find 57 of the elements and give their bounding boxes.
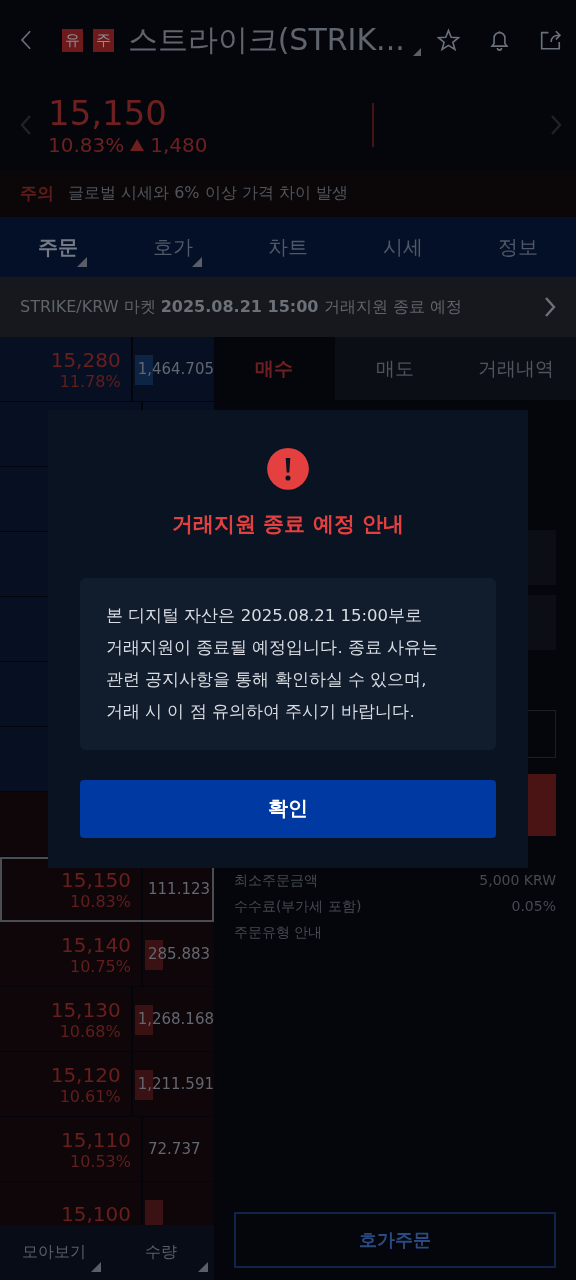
order-price: 15,110: [61, 1127, 131, 1152]
dropdown-triangle-icon: [91, 1262, 101, 1272]
order-quantity: 1,268.168: [136, 1010, 214, 1028]
order-quantity: 72.737: [147, 1140, 201, 1158]
banner-text: STRIKE/KRW 마켓 2025.08.21 15:00 거래지원 종료 예정: [20, 296, 462, 318]
order-price: 15,280: [50, 347, 121, 372]
delisting-banner[interactable]: STRIKE/KRW 마켓 2025.08.21 15:00 거래지원 종료 예정: [0, 277, 576, 337]
order-price: 15,100: [61, 1202, 131, 1225]
tab[interactable]: 시세: [345, 217, 461, 277]
order-tab[interactable]: 매도: [334, 337, 456, 400]
alert-icon: [265, 448, 311, 490]
dropdown-triangle-icon: [77, 257, 88, 267]
order-quantity: 1,464.705: [136, 360, 214, 378]
up-triangle-icon: [130, 139, 145, 151]
badge: 유: [61, 28, 83, 52]
view-option-button[interactable]: 수량: [107, 1225, 214, 1280]
order-tab[interactable]: 거래내역: [455, 337, 576, 400]
orderbook-row[interactable]: 15,100: [0, 1182, 214, 1225]
change-amount: 1,480: [150, 133, 208, 157]
tab[interactable]: 주문: [0, 217, 116, 277]
order-rate: 10.68%: [59, 1021, 121, 1041]
caution-label: 주의: [20, 182, 54, 205]
caution-text: 글로벌 시세와 6% 이상 가격 차이 발생: [68, 183, 348, 204]
modal-title: 거래지원 종료 예정 안내: [172, 510, 404, 538]
info-value: 0.05%: [511, 898, 556, 916]
badge: 주: [92, 28, 114, 52]
tab[interactable]: 차트: [230, 217, 346, 277]
order-quantity: 111.123: [147, 880, 211, 898]
order-rate: 10.61%: [59, 1086, 121, 1106]
tab[interactable]: 정보: [460, 217, 576, 277]
dropdown-triangle-icon: [412, 46, 421, 58]
chevron-right-icon: [544, 296, 556, 318]
order-price: 15,140: [61, 932, 131, 957]
dropdown-triangle-icon: [192, 257, 203, 267]
info-label: 수수료(부가세 포함): [234, 898, 362, 916]
order-rate: 10.75%: [70, 956, 131, 976]
price-line: [372, 103, 374, 147]
confirm-button[interactable]: 확인: [80, 779, 496, 838]
order-price: 15,130: [50, 997, 121, 1022]
current-price: 15,150: [48, 93, 168, 133]
info-value: 5,000 KRW: [479, 872, 556, 890]
order-rate: 10.53%: [70, 1151, 131, 1171]
info-label[interactable]: 주문유형 안내: [234, 924, 323, 950]
tab[interactable]: 호가: [115, 217, 231, 277]
order-price: 15,150: [61, 867, 131, 892]
view-option-button[interactable]: 모아보기: [0, 1225, 107, 1280]
order-rate: 11.78%: [59, 371, 121, 391]
info-label: 최소주문금액: [234, 872, 318, 890]
change-rate: 10.83%: [48, 133, 125, 157]
modal-message: 본 디지털 자산은 2025.08.21 15:00부로 거래지원이 종료될 예정입니다. 종료 사유는 관련 공지사항을 통해 확인하실 수 있으며, 거래 시 이 점 유의하여 주시기 바랍니다.: [80, 577, 496, 750]
orderbook-order-button[interactable]: 호가주문: [234, 1212, 556, 1268]
coin-title[interactable]: 스트라이크(STRIK...: [127, 19, 405, 61]
dropdown-triangle-icon: [198, 1262, 208, 1272]
order-rate: 10.83%: [70, 891, 131, 911]
order-quantity: 285.883: [147, 945, 211, 963]
order-price: 15,120: [50, 1062, 121, 1087]
order-quantity: 1,211.591: [136, 1075, 214, 1093]
